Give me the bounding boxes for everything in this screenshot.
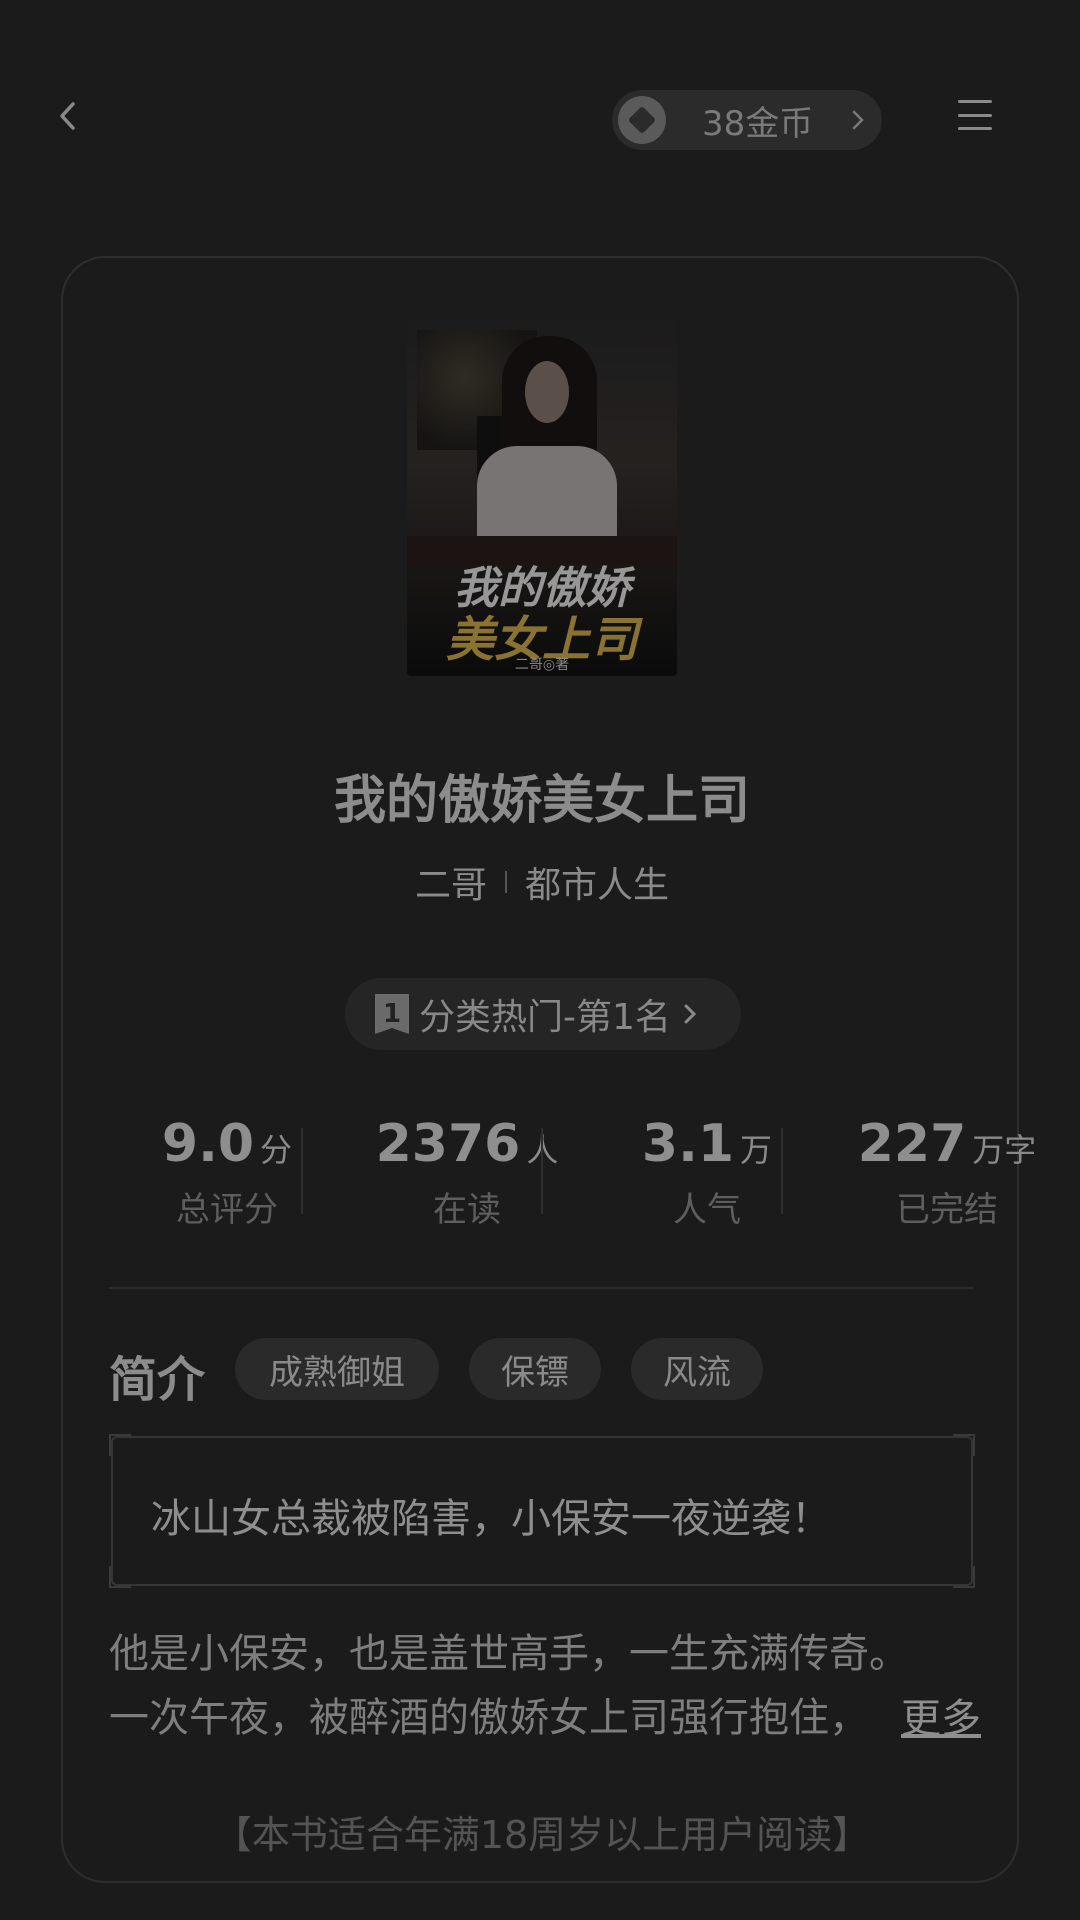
- chevron-right-icon: [683, 1003, 697, 1025]
- tag-chip[interactable]: 风流: [631, 1338, 763, 1400]
- stat-unit: 万字: [972, 1131, 1037, 1169]
- tag-chip[interactable]: 保镖: [469, 1338, 601, 1400]
- author-link[interactable]: 二哥: [415, 856, 487, 908]
- tagline-text: 冰山女总裁被陷害，小保安一夜逆袭！: [151, 1496, 831, 1542]
- coin-icon: [618, 96, 666, 144]
- book-title: 我的傲娇美女上司: [333, 771, 750, 831]
- description-line: 他是小保安，也是盖世高手，一生充满传奇。: [109, 1631, 909, 1677]
- stat-label: 在读: [433, 1190, 501, 1230]
- stat-readers: 2376人 在读: [347, 1114, 587, 1231]
- hamburger-menu-icon[interactable]: [958, 100, 992, 130]
- rank-badge-button[interactable]: 1 分类热门-第1名: [345, 978, 741, 1050]
- meta-divider: [505, 871, 507, 893]
- book-stats: 9.0分 总评分 2376人 在读 3.1万 人气 227万字 已完结: [107, 1114, 1036, 1230]
- chevron-left-icon: [60, 102, 75, 130]
- rank-label: 分类热门-第1名: [419, 997, 671, 1038]
- stat-divider: [541, 1128, 543, 1214]
- stat-wordcount: 227 万字 已完结: [827, 1114, 1067, 1231]
- tag-chip[interactable]: 成熟御姐: [235, 1338, 439, 1400]
- stat-label: 人气: [673, 1190, 741, 1230]
- more-link[interactable]: 更多: [893, 1686, 981, 1744]
- top-bar: 38金币: [0, 0, 1080, 240]
- book-cover[interactable]: 我的傲娇 美女上司 二哥◎著: [407, 316, 677, 676]
- chevron-right-icon: [852, 110, 864, 130]
- stat-rating: 9.0 分 总评分: [107, 1114, 347, 1231]
- section-divider: [109, 1287, 973, 1289]
- description: 他是小保安，也是盖世高手，一生充满传奇。 一次午夜，被醉酒的傲娇女上司强行抱住，: [109, 1622, 973, 1750]
- coin-balance-label: 38金币: [702, 103, 814, 144]
- stat-label: 已完结: [896, 1190, 998, 1230]
- age-notice: 【本书适合年满18周岁以上用户阅读】: [213, 1813, 871, 1857]
- back-button[interactable]: [48, 96, 88, 136]
- stat-unit: 分: [260, 1131, 293, 1169]
- stat-value: 2376: [375, 1114, 521, 1174]
- book-meta: 二哥 都市人生: [63, 856, 1021, 908]
- description-line: 一次午夜，被醉酒的傲娇女上司强行抱住，: [109, 1695, 869, 1741]
- rank-ribbon-icon: 1: [375, 994, 409, 1034]
- coin-balance-button[interactable]: 38金币: [612, 90, 882, 150]
- stat-value: 3.1: [641, 1114, 735, 1174]
- book-detail-card: 我的傲娇 美女上司 二哥◎著 我的傲娇美女上司 二哥 都市人生 1 分类热门-第…: [61, 256, 1036, 1883]
- stat-value: 227: [857, 1114, 967, 1174]
- stat-unit: 万: [740, 1131, 773, 1169]
- stat-label: 总评分: [176, 1190, 278, 1230]
- stat-value: 9.0: [161, 1114, 255, 1174]
- stat-popularity: 3.1 万 人气: [587, 1114, 827, 1231]
- intro-heading: 简介: [109, 1352, 206, 1408]
- stat-divider: [301, 1128, 303, 1214]
- stat-divider: [781, 1128, 783, 1214]
- tagline-box: 冰山女总裁被陷害，小保安一夜逆袭！: [109, 1434, 975, 1588]
- category-link[interactable]: 都市人生: [525, 856, 669, 908]
